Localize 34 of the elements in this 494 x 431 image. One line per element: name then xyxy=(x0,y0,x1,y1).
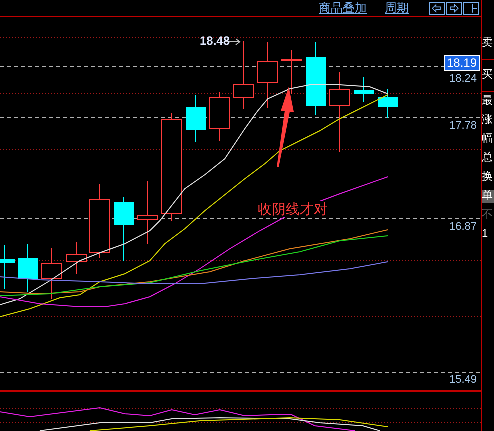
toolbar-link[interactable]: 商品叠加 xyxy=(319,1,367,15)
candlestick xyxy=(258,42,278,108)
current-price-tag: 18.19 xyxy=(444,55,480,71)
annotation-text: 收阴线才对 xyxy=(258,201,328,217)
sidebar-label: 买 xyxy=(482,69,494,82)
sidebar-label: 卖 xyxy=(482,37,494,50)
sidebar-label: 不 xyxy=(482,209,494,222)
high-price-label: 18.48 xyxy=(200,34,230,48)
candlestick xyxy=(378,88,398,118)
candlestick xyxy=(42,248,62,300)
candlestick xyxy=(18,244,38,292)
layout-icon[interactable] xyxy=(463,2,479,14)
candlestick xyxy=(0,244,15,290)
candlestick xyxy=(186,94,206,142)
candlestick xyxy=(210,92,230,142)
toolbar-link[interactable]: 周期 xyxy=(385,1,409,15)
sidebar-label: 1 xyxy=(482,228,490,241)
candlestick xyxy=(234,40,254,110)
candlestick xyxy=(114,196,134,262)
sidebar-label: 换 xyxy=(482,171,494,184)
candlestick xyxy=(138,180,158,244)
sidebar-label: 总 xyxy=(482,152,494,165)
arrow-icon xyxy=(277,87,294,167)
price-axis-label: 15.49 xyxy=(449,374,477,386)
candlestick xyxy=(354,76,374,102)
sidebar-label: 涨 xyxy=(482,114,494,127)
price-axis-label: 16.87 xyxy=(449,221,477,233)
price-axis-label: 18.24 xyxy=(449,73,477,85)
price-axis-label: 17.78 xyxy=(449,120,477,132)
candlestick xyxy=(66,242,88,274)
sidebar-label: 最 xyxy=(482,95,494,108)
sidebar-label: 幅 xyxy=(482,133,494,146)
candlestick xyxy=(282,50,302,94)
sidebar-label: 单 xyxy=(482,190,494,203)
